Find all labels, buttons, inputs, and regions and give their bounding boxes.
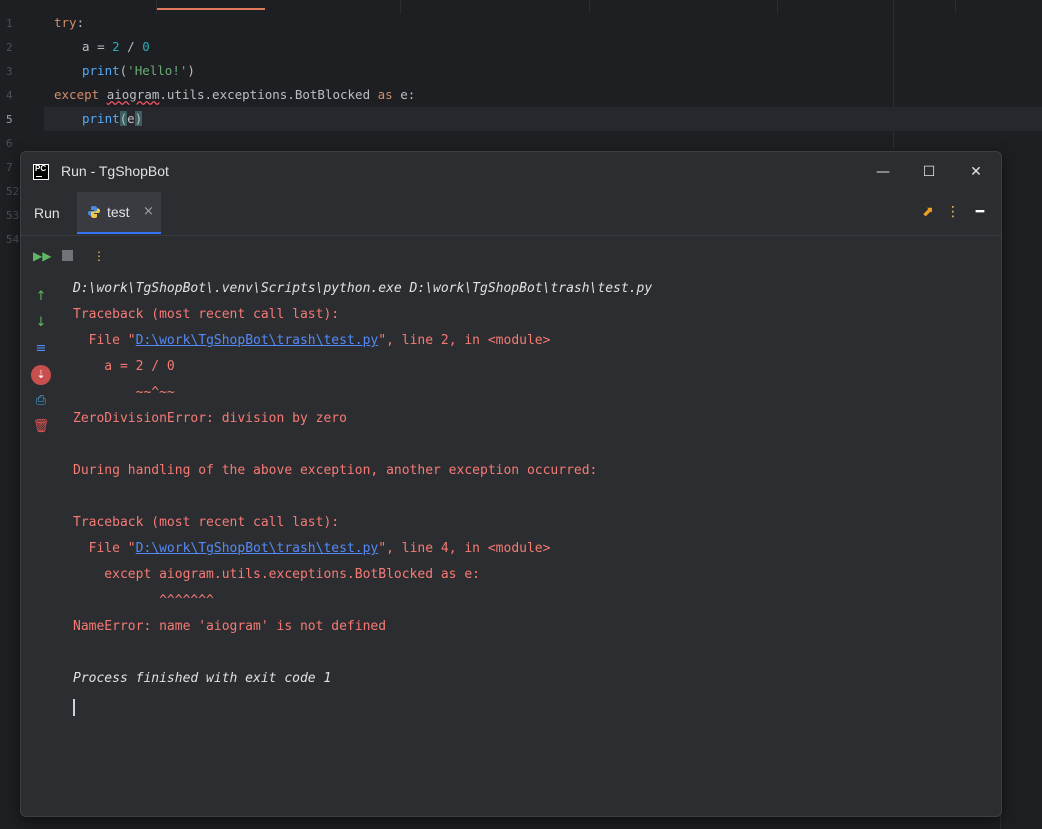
divider xyxy=(400,0,401,14)
matched-paren: ) xyxy=(134,111,143,126)
line-number: 2 xyxy=(6,41,13,54)
line-number: 3 xyxy=(6,65,13,78)
tab-label: test xyxy=(107,204,130,220)
more-actions-icon[interactable]: ⋮ xyxy=(91,248,107,264)
run-label: Run xyxy=(34,205,60,221)
hide-window-icon[interactable]: ━ xyxy=(971,204,989,220)
minimize-button[interactable]: — xyxy=(870,160,896,184)
console-line: Traceback (most recent call last): xyxy=(73,307,340,322)
run-toolbar: ▶▶ ⋮ xyxy=(21,236,1001,276)
soft-wrap-icon[interactable]: ≡ xyxy=(31,339,51,359)
tab-test[interactable]: test × xyxy=(77,192,161,234)
run-tool-window: PC Run - TgShopBot — ☐ ✕ Run test × ⬈ ⋮ … xyxy=(20,151,1002,817)
text-cursor xyxy=(73,699,75,716)
console-text: File " xyxy=(73,333,136,348)
line-number: 1 xyxy=(6,17,13,30)
window-titlebar[interactable]: PC Run - TgShopBot — ☐ ✕ xyxy=(21,152,1001,192)
line-number: 4 xyxy=(6,89,13,102)
clear-all-icon[interactable]: 🗑 xyxy=(31,417,51,437)
console-line: ~~^~~ xyxy=(73,385,175,400)
console-text: ", line 4, in <module> xyxy=(378,541,551,556)
number-literal: 0 xyxy=(142,39,150,54)
editor-tab-indicator xyxy=(157,8,265,10)
console-line: a = 2 / 0 xyxy=(73,359,175,374)
keyword: try xyxy=(54,15,77,30)
code-line: print('Hello!') xyxy=(82,63,195,78)
current-line-highlight xyxy=(44,107,1042,131)
more-options-icon[interactable]: ⋮ xyxy=(944,204,962,220)
error-squiggle: aiogram xyxy=(106,87,160,102)
rerun-icon[interactable]: ▶▶ xyxy=(33,248,51,264)
console-line: Traceback (most recent call last): xyxy=(73,515,340,530)
code-text: .utils.exceptions.BotBlocked xyxy=(159,87,378,102)
maximize-button[interactable]: ☐ xyxy=(916,160,942,184)
console-line: File "D:\work\TgShopBot\trash\test.py", … xyxy=(73,333,551,348)
line-number: 6 xyxy=(6,137,13,150)
code-text: = xyxy=(97,39,113,54)
pycharm-logo-icon: PC xyxy=(33,164,49,180)
function-name: print xyxy=(82,111,120,126)
console-line: ZeroDivisionError: division by zero xyxy=(73,411,347,426)
code-line: a = 2 / 0 xyxy=(82,39,150,54)
line-number: 7 xyxy=(6,161,13,174)
console-line: ^^^^^^^ xyxy=(73,593,214,608)
keyword: except xyxy=(54,87,107,102)
close-button[interactable]: ✕ xyxy=(963,160,989,184)
line-number: 54 xyxy=(6,233,20,246)
tab-close-icon[interactable]: × xyxy=(143,204,154,219)
window-title: Run - TgShopBot xyxy=(61,163,169,179)
string-literal: 'Hello!' xyxy=(127,63,188,78)
code-text: : xyxy=(76,15,85,30)
divider xyxy=(589,0,590,14)
console-line: During handling of the above exception, … xyxy=(73,463,598,478)
print-icon[interactable]: ⎙ xyxy=(31,391,51,411)
console-text: File " xyxy=(73,541,136,556)
open-in-window-icon[interactable]: ⬈ xyxy=(919,204,937,220)
scroll-to-end-icon[interactable]: ⇣ xyxy=(31,365,51,385)
console-command-line: D:\work\TgShopBot\.venv\Scripts\python.e… xyxy=(73,281,653,296)
divider xyxy=(777,0,778,14)
code-text: e xyxy=(127,111,135,126)
console-line: NameError: name 'aiogram' is not defined xyxy=(73,619,387,634)
console-text: ", line 2, in <module> xyxy=(378,333,551,348)
console-line: File "D:\work\TgShopBot\trash\test.py", … xyxy=(73,541,551,556)
function-name: print xyxy=(82,63,120,78)
number-literal: 2 xyxy=(112,39,120,54)
code-text: ) xyxy=(187,63,195,78)
run-tab-bar: Run test × ⬈ ⋮ ━ xyxy=(21,192,1001,236)
code-text: a xyxy=(82,39,98,54)
divider xyxy=(156,0,157,14)
scroll-down-icon[interactable]: ↓ xyxy=(31,313,51,333)
code-line: try: xyxy=(54,15,84,30)
code-line: except aiogram.utils.exceptions.BotBlock… xyxy=(54,87,415,102)
file-link[interactable]: D:\work\TgShopBot\trash\test.py xyxy=(136,333,379,348)
stop-icon[interactable] xyxy=(59,248,75,264)
code-text: / xyxy=(119,39,143,54)
console-line: except aiogram.utils.exceptions.BotBlock… xyxy=(73,567,480,582)
tab-active-underline xyxy=(77,232,161,234)
code-text: e: xyxy=(392,87,416,102)
line-number: 52 xyxy=(6,185,20,198)
keyword: as xyxy=(377,87,393,102)
line-number: 5 xyxy=(6,113,13,126)
scroll-up-icon[interactable]: ↑ xyxy=(31,287,51,307)
console-exit-line: Process finished with exit code 1 xyxy=(73,671,332,686)
python-icon xyxy=(88,206,100,218)
code-line: print(e) xyxy=(82,111,143,126)
divider xyxy=(955,0,956,14)
line-number: 53 xyxy=(6,209,20,222)
file-link[interactable]: D:\work\TgShopBot\trash\test.py xyxy=(136,541,379,556)
